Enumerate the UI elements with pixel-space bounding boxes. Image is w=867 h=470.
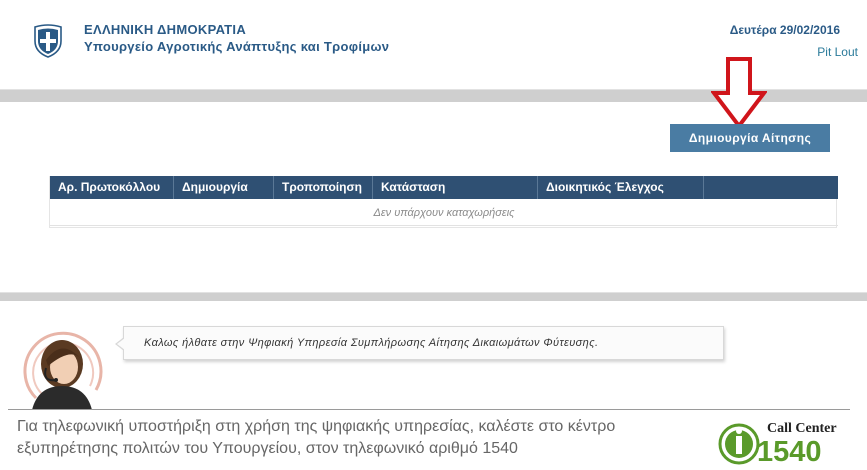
welcome-message: Καλως ήλθατε στην Ψηφιακή Υπηρεσία Συμπλ… — [115, 326, 724, 360]
column-header-status[interactable]: Κατάσταση — [373, 176, 538, 199]
empty-table-message: Δεν υπάρχουν καταχωρήσεις — [50, 200, 838, 226]
call-center-number: 1540 — [757, 436, 822, 466]
applications-table: Αρ. Πρωτοκόλλου Δημιουργία Τροποποίηση Κ… — [49, 176, 838, 228]
column-header-modified[interactable]: Τροποποίηση — [274, 176, 373, 199]
column-header-created[interactable]: Δημιουργία — [174, 176, 274, 199]
ministry-title: Υπουργείο Αγροτικής Ανάπτυξης και Τροφίμ… — [84, 39, 390, 54]
call-center-1540-logo: Call Center 1540 — [718, 421, 837, 466]
country-title: ΕΛΛΗΝΙΚΗ ΔΗΜΟΚΡΑΤΙΑ — [84, 22, 247, 37]
red-down-arrow-icon — [711, 57, 767, 130]
user-name-link[interactable]: Pit Lout — [817, 45, 858, 59]
footer-separator — [8, 409, 850, 410]
current-date: Δευτέρα 29/02/2016 — [729, 23, 840, 37]
column-header-protocol-number[interactable]: Αρ. Πρωτοκόλλου — [50, 176, 174, 199]
table-header-row: Αρ. Πρωτοκόλλου Δημιουργία Τροποποίηση Κ… — [50, 176, 838, 199]
phone-support-text: Για τηλεφωνική υποστήριξη στη χρήση της … — [17, 418, 616, 457]
create-application-button[interactable]: Δημιουργία Αίτησης — [670, 124, 830, 152]
column-header-administrative-check[interactable]: Διοικητικός Έλεγχος — [538, 176, 704, 199]
footer-divider — [0, 292, 867, 301]
call-center-label: Call Center — [767, 421, 837, 436]
greek-coat-of-arms-icon — [34, 24, 62, 58]
support-agent-avatar — [23, 331, 103, 410]
column-header-actions — [704, 176, 838, 199]
